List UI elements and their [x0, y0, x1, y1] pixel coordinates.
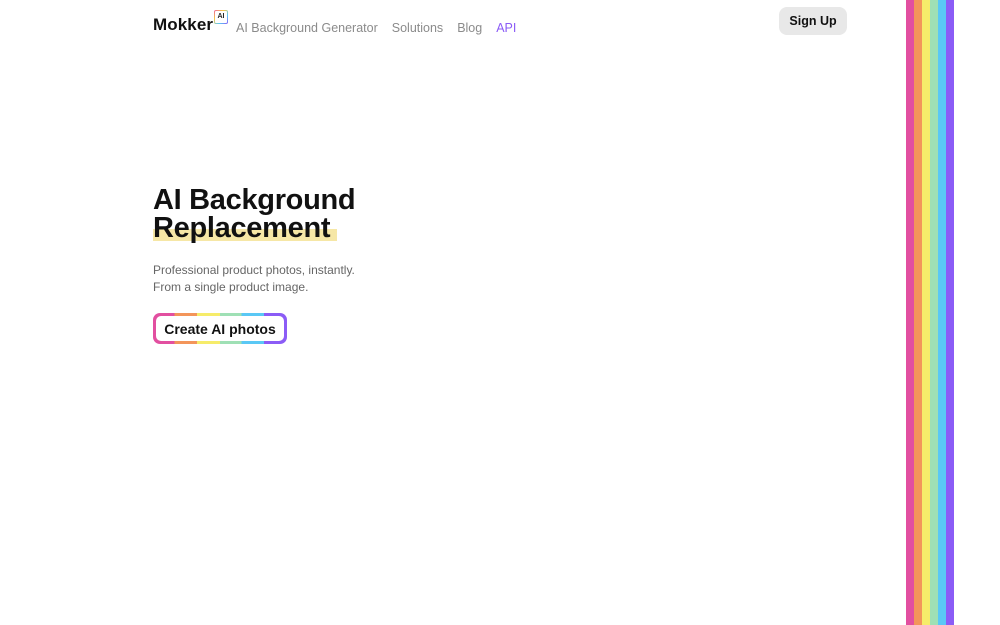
- sign-up-button[interactable]: Sign Up: [779, 7, 847, 35]
- logo[interactable]: Mokker: [153, 15, 213, 35]
- hero-title-line-2-wrapper: Replacement: [153, 212, 355, 244]
- nav-ai-background-generator[interactable]: AI Background Generator: [236, 21, 378, 35]
- logo-ai-badge: AI: [214, 10, 228, 24]
- stripe-yellow: [922, 0, 930, 625]
- logo-text: Mokker: [153, 15, 214, 34]
- stripe-orange: [914, 0, 922, 625]
- stripe-blue: [938, 0, 946, 625]
- site-header: Mokker AI AI Background Generator Soluti…: [153, 0, 847, 56]
- nav-blog[interactable]: Blog: [457, 21, 482, 35]
- nav-solutions[interactable]: Solutions: [392, 21, 443, 35]
- hero-title: AI Background Replacement: [153, 184, 356, 244]
- page: Mokker AI AI Background Generator Soluti…: [0, 0, 1000, 625]
- hero-subtitle: Professional product photos, instantly. …: [153, 262, 355, 296]
- create-ai-photos-button[interactable]: Create AI photos: [153, 313, 287, 344]
- rainbow-stripes-decoration: [906, 0, 954, 625]
- stripe-green: [930, 0, 938, 625]
- hero-title-line-2-highlighted: Replacement: [153, 212, 338, 244]
- hero-title-line-1: AI Background: [153, 184, 356, 216]
- hero-subtitle-line-2: From a single product image.: [153, 280, 309, 294]
- main-nav: AI Background Generator Solutions Blog A…: [236, 21, 516, 35]
- create-ai-photos-button-inner: Create AI photos: [156, 316, 284, 341]
- nav-api[interactable]: API: [496, 21, 516, 35]
- stripe-pink: [906, 0, 914, 625]
- create-ai-photos-label: Create AI photos: [164, 320, 276, 337]
- stripe-purple: [946, 0, 954, 625]
- hero-subtitle-line-1: Professional product photos, instantly.: [153, 263, 355, 277]
